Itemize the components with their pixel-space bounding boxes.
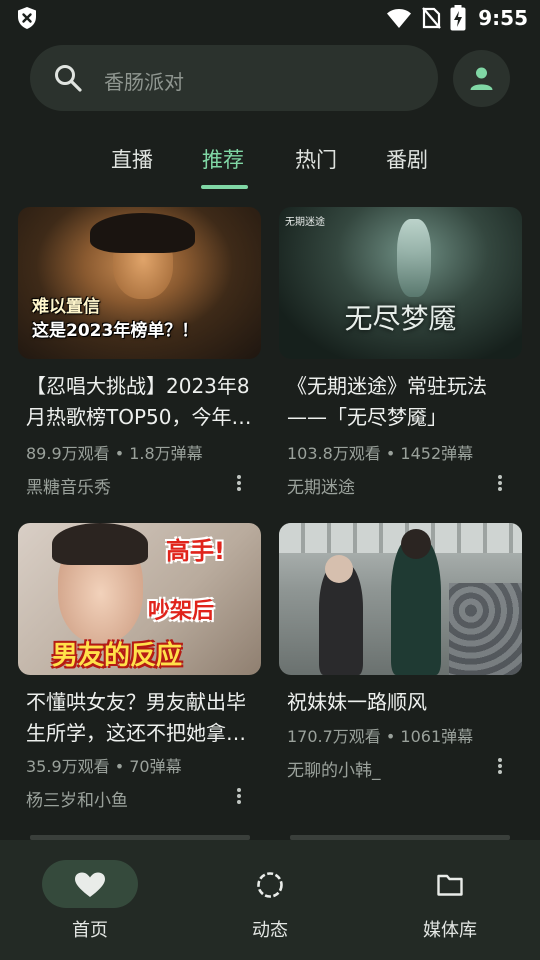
video-author[interactable]: 无聊的小韩_ bbox=[287, 756, 381, 781]
heart-icon bbox=[75, 872, 105, 897]
video-stats: 170.7万观看 • 1061弹幕 bbox=[287, 727, 474, 746]
more-options-icon[interactable] bbox=[233, 786, 245, 806]
battery-charging-icon bbox=[450, 5, 466, 31]
thumbnail-caption: 难以置信 bbox=[32, 297, 100, 317]
video-author[interactable]: 无期迷途 bbox=[287, 473, 355, 498]
thumbnail-caption: 吵架后 bbox=[148, 599, 215, 624]
video-thumbnail[interactable]: 难以置信 这是2023年榜单？！ bbox=[18, 207, 261, 359]
category-tabs: 直播 推荐 热门 番剧 bbox=[0, 140, 540, 190]
nav-label: 首页 bbox=[72, 920, 108, 941]
thumbnail-logo: 无期迷途 bbox=[285, 217, 325, 228]
nav-home[interactable]: 首页 bbox=[0, 860, 180, 950]
video-title[interactable]: 祝妹妹一路顺风 bbox=[287, 687, 519, 718]
more-options-icon[interactable] bbox=[233, 473, 245, 493]
tab-recommended[interactable]: 推荐 bbox=[202, 144, 244, 174]
thumbnail-caption: 男友的反应 bbox=[52, 641, 183, 671]
video-stats: 103.8万观看 • 1452弹幕 bbox=[287, 444, 474, 463]
shield-x-icon bbox=[18, 7, 36, 29]
video-thumbnail[interactable]: 无期迷途 无尽梦魇 bbox=[279, 207, 522, 359]
video-author[interactable]: 黑糖音乐秀 bbox=[26, 473, 111, 498]
nav-label: 媒体库 bbox=[423, 920, 477, 941]
thumbnail-caption: 高手! bbox=[166, 537, 225, 565]
thumbnail-caption: 无尽梦魇 bbox=[344, 302, 457, 335]
wifi-icon bbox=[387, 9, 412, 28]
more-options-icon[interactable] bbox=[494, 756, 506, 776]
account-button[interactable] bbox=[453, 50, 510, 107]
tab-live[interactable]: 直播 bbox=[111, 144, 153, 174]
thumbnail-caption: 这是2023年榜单？！ bbox=[32, 321, 199, 341]
search-bar[interactable]: 香肠派对 bbox=[30, 45, 438, 111]
video-thumbnail[interactable]: 高手! 吵架后 男友的反应 bbox=[18, 523, 261, 675]
video-title[interactable]: 【忍唱大挑战】2023年8月热歌榜TOP50，今年最火的歌你听过几首？ bbox=[26, 371, 258, 433]
folder-icon bbox=[437, 874, 463, 896]
video-thumbnail[interactable] bbox=[279, 523, 522, 675]
status-time: 9:55 bbox=[478, 6, 528, 30]
nav-label: 动态 bbox=[252, 920, 288, 941]
video-stats: 89.9万观看 • 1.8万弹幕 bbox=[26, 444, 203, 463]
video-stats: 35.9万观看 • 70弹幕 bbox=[26, 757, 182, 776]
more-options-icon[interactable] bbox=[494, 473, 506, 493]
video-card[interactable]: 难以置信 这是2023年榜单？！ 【忍唱大挑战】2023年8月热歌榜TOP50，… bbox=[18, 207, 261, 498]
search-placeholder: 香肠派对 bbox=[104, 70, 184, 94]
no-sim-icon bbox=[422, 7, 442, 29]
tab-trending[interactable]: 热门 bbox=[295, 144, 337, 174]
video-card[interactable]: 高手! 吵架后 男友的反应 不懂哄女友？男友献出毕生所学，这还不把她拿捏住 35… bbox=[18, 523, 261, 811]
person-icon bbox=[470, 67, 493, 90]
video-card[interactable]: 祝妹妹一路顺风 170.7万观看 • 1061弹幕 无聊的小韩_ bbox=[279, 523, 522, 781]
nav-library[interactable]: 媒体库 bbox=[360, 860, 540, 950]
bottom-navigation: 首页 动态 媒体库 bbox=[0, 840, 540, 960]
tab-anime[interactable]: 番剧 bbox=[386, 144, 428, 174]
video-author[interactable]: 杨三岁和小鱼 bbox=[26, 786, 128, 811]
video-title[interactable]: 《无期迷途》常驻玩法——「无尽梦魇」 bbox=[287, 371, 519, 433]
search-icon bbox=[55, 65, 82, 92]
nav-feed[interactable]: 动态 bbox=[180, 860, 360, 950]
status-bar: 9:55 bbox=[0, 0, 540, 36]
tab-indicator bbox=[201, 185, 248, 189]
video-title[interactable]: 不懂哄女友？男友献出毕生所学，这还不把她拿捏住 bbox=[26, 687, 258, 749]
video-card[interactable]: 无期迷途 无尽梦魇 《无期迷途》常驻玩法——「无尽梦魇」 103.8万观看 • … bbox=[279, 207, 522, 498]
circle-icon bbox=[257, 872, 283, 898]
